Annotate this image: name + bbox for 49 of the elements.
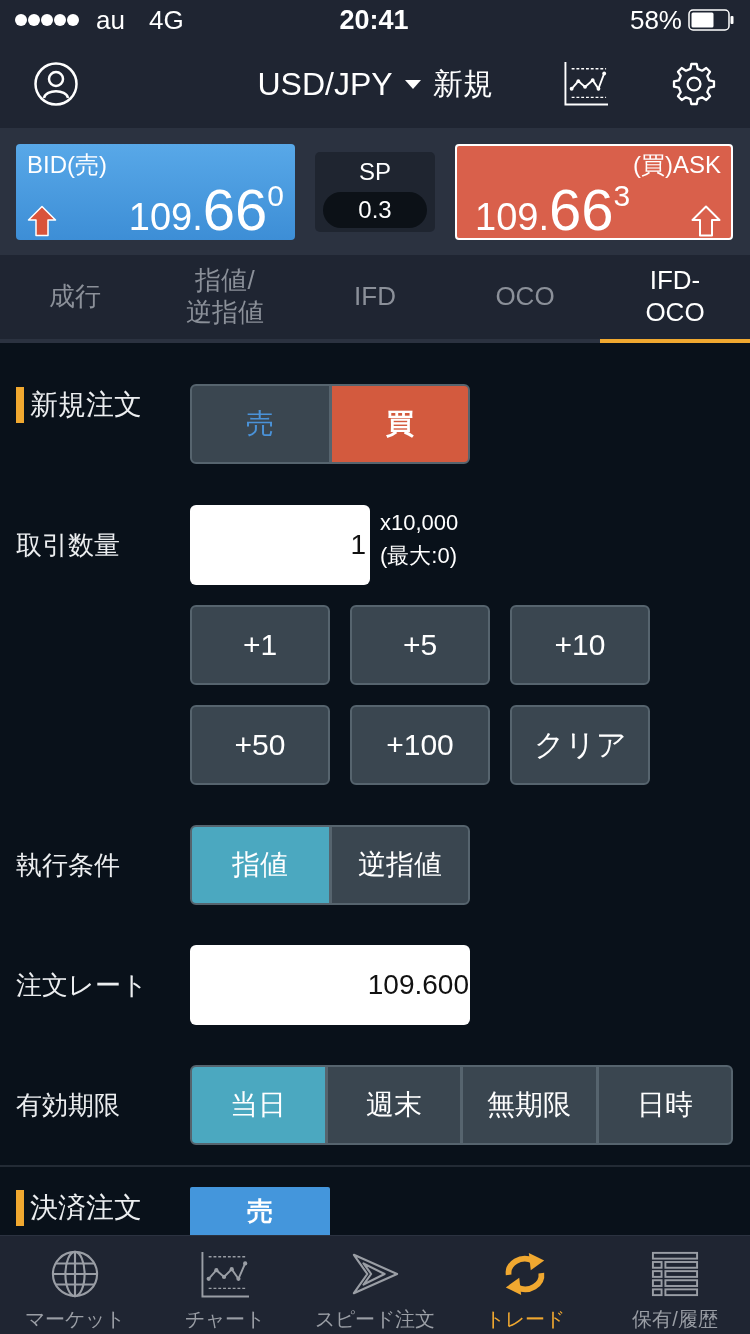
quantity-step-button[interactable]: +5 — [350, 605, 490, 685]
battery-icon — [688, 9, 734, 31]
quantity-step-button[interactable]: +10 — [510, 605, 650, 685]
spread-label: SP — [359, 157, 391, 186]
field-label: 執行条件 — [16, 848, 121, 882]
nav-tab[interactable]: 保有/履歴 — [600, 1236, 750, 1334]
spread-value: 0.3 — [323, 191, 427, 228]
caret-icon — [404, 79, 421, 89]
quantity-input[interactable]: 1 — [190, 505, 370, 585]
quantity-step-button[interactable]: +100 — [350, 705, 490, 785]
battery-percent-text: 58% — [629, 4, 682, 36]
section-marker-icon — [16, 1190, 24, 1226]
quantity-step-button[interactable]: クリア — [510, 705, 650, 785]
section-marker-icon — [16, 387, 24, 423]
nav-tab[interactable]: トレード — [450, 1236, 600, 1334]
settings-icon[interactable] — [672, 62, 716, 106]
rate-input[interactable]: 109.600 — [190, 945, 470, 1025]
quantity-step-button[interactable]: +1 — [190, 605, 330, 685]
expiry-option[interactable]: 無期限 — [463, 1067, 596, 1143]
nav-tab[interactable]: マーケット — [0, 1236, 150, 1334]
section-title: 決済注文 — [30, 1191, 142, 1225]
up-arrow-icon — [27, 204, 57, 237]
signal-dots-icon — [14, 13, 80, 27]
max-quantity-text: (最大:0) — [380, 542, 458, 570]
section-title: 新規注文 — [30, 388, 142, 422]
unit-multiplier-text: x10,000 — [380, 509, 459, 537]
currency-pair-selector[interactable]: USD/JPY — [257, 65, 421, 103]
profile-icon[interactable] — [34, 62, 78, 106]
expiry-option[interactable]: 週末 — [327, 1067, 460, 1143]
nav-tab[interactable]: スピード注文 — [300, 1236, 450, 1334]
carrier-text: au — [96, 4, 125, 36]
side-button[interactable]: 買 — [331, 386, 468, 462]
field-label: 注文レート — [16, 968, 149, 1002]
nav-tab[interactable]: チャート — [150, 1236, 300, 1334]
chart-icon — [201, 1250, 249, 1298]
bid-label: BID(売) — [27, 149, 107, 180]
up-arrow-icon — [691, 204, 721, 237]
chart-icon[interactable] — [564, 62, 608, 106]
order-mode-text: 新規 — [432, 65, 493, 102]
ask-label: (買)ASK — [633, 149, 721, 180]
clock-text: 20:41 — [339, 4, 409, 36]
expiry-option[interactable]: 日時 — [598, 1067, 731, 1143]
list-icon — [651, 1250, 699, 1298]
quantity-step-button[interactable]: +50 — [190, 705, 330, 785]
field-label: 取引数量 — [16, 528, 121, 562]
field-label: 有効期限 — [16, 1088, 121, 1122]
globe-icon — [51, 1250, 99, 1298]
execution-option[interactable]: 逆指値 — [331, 827, 468, 903]
network-text: 4G — [148, 4, 184, 36]
